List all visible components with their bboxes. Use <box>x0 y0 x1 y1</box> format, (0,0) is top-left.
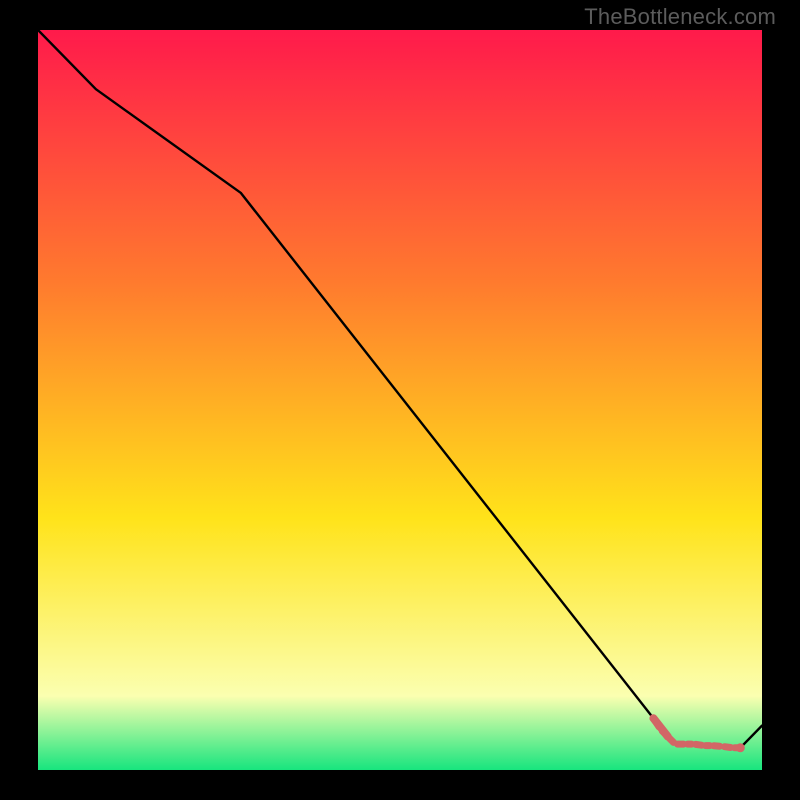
marker-dash <box>662 731 666 735</box>
marker-dash <box>655 721 659 727</box>
chart-frame: TheBottleneck.com <box>0 0 800 800</box>
watermark-label: TheBottleneck.com <box>584 4 776 30</box>
marker-dash <box>714 746 720 747</box>
marker-dash <box>670 738 674 742</box>
plot-area <box>38 30 762 770</box>
marker-dash <box>696 744 702 745</box>
marker-end-dot <box>736 743 745 752</box>
gradient-background <box>38 30 762 770</box>
marker-dash <box>725 747 731 748</box>
bottleneck-chart <box>38 30 762 770</box>
